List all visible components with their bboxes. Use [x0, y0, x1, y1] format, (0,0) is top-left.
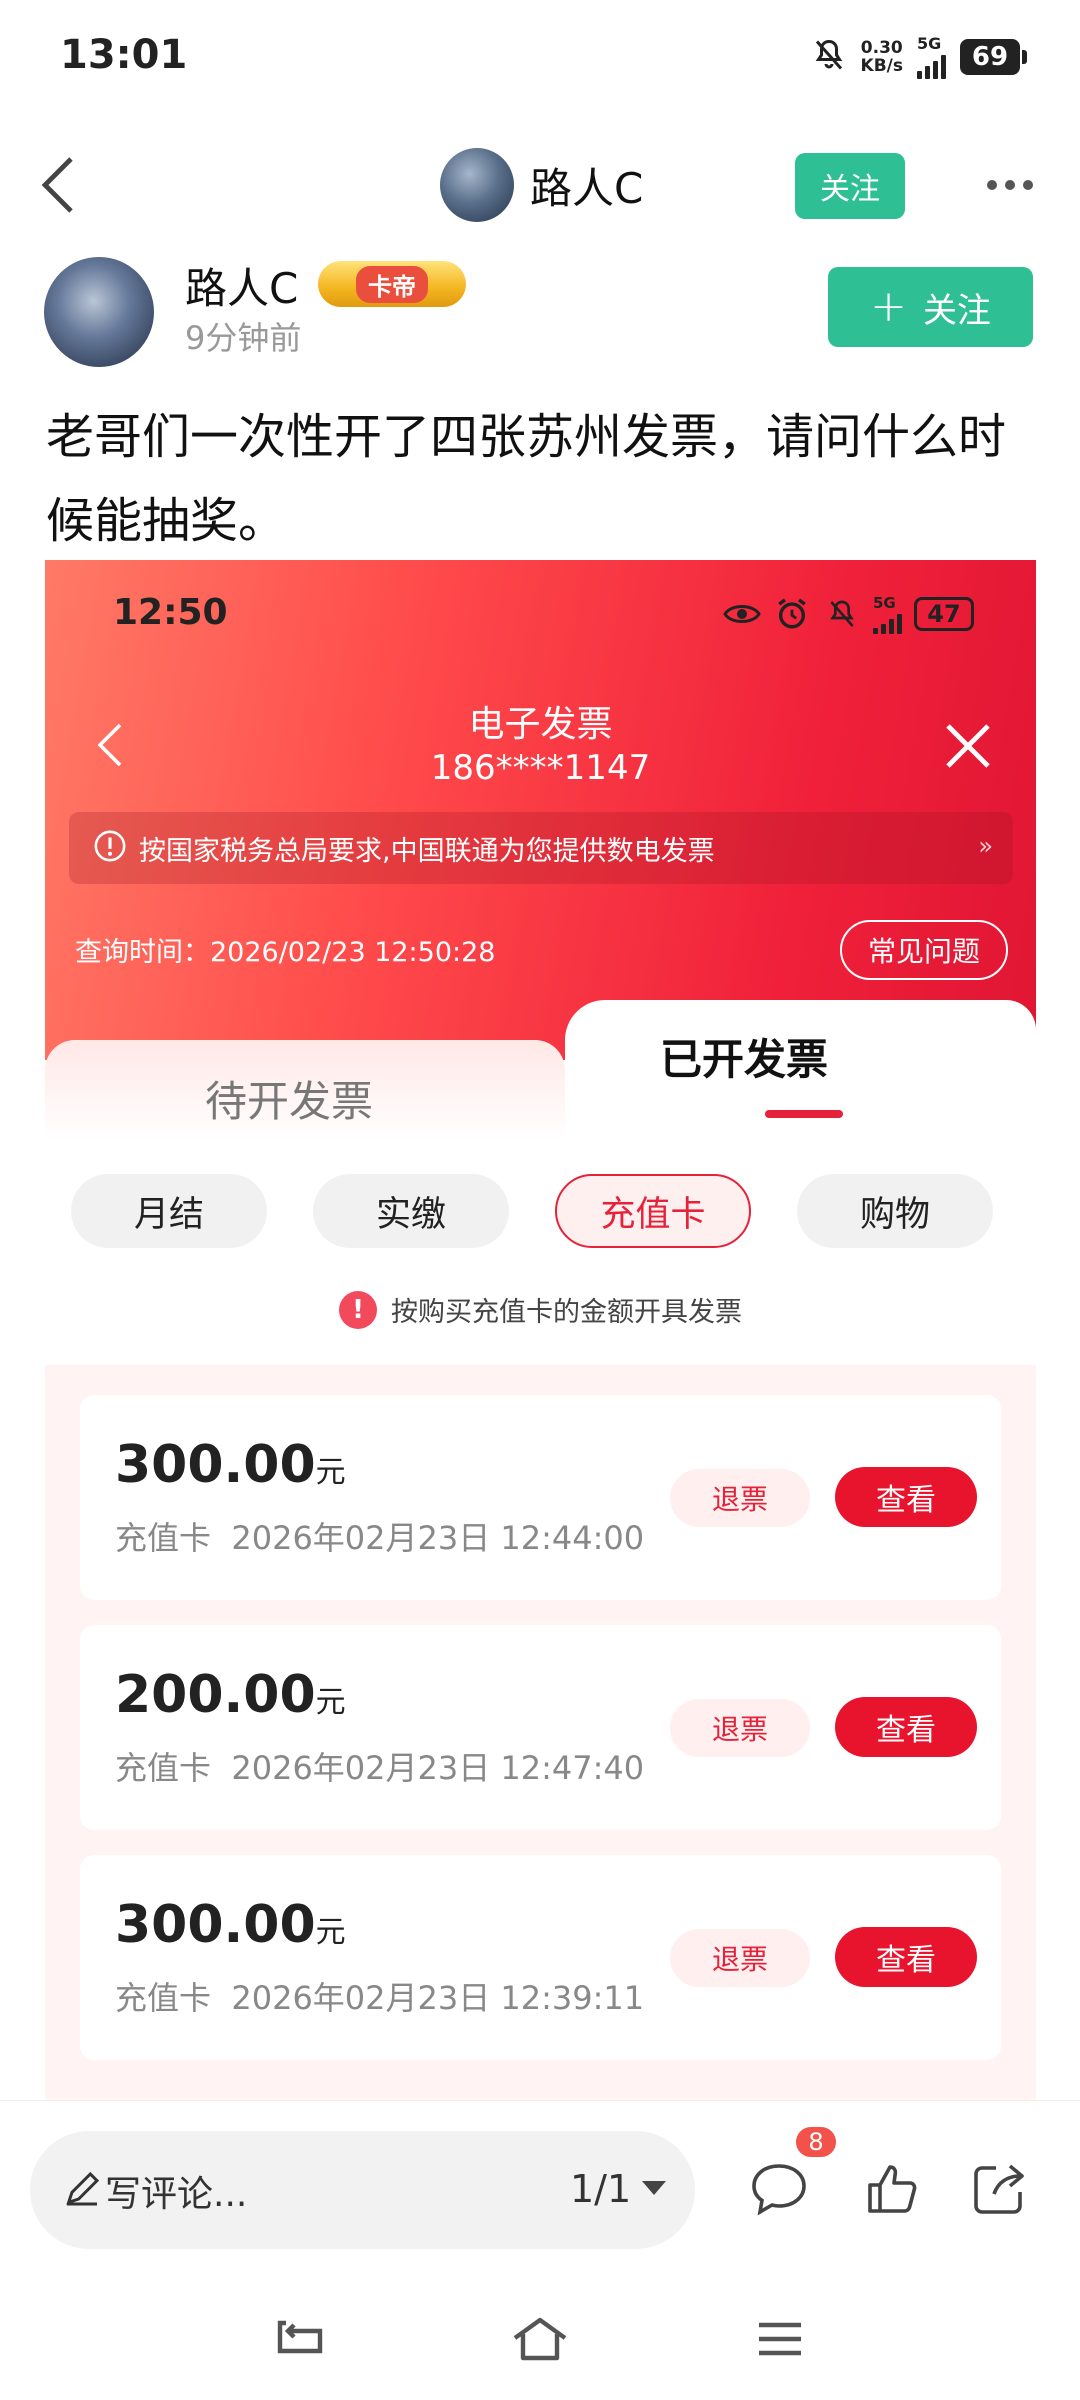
follow-button[interactable]: + 关注 — [828, 267, 1033, 347]
close-icon[interactable] — [942, 720, 994, 772]
author-row: 路人C 卡帝 9分钟前 + 关注 — [0, 255, 1080, 370]
invoice-amount: 200.00元 — [115, 1665, 346, 1725]
header-follow-button[interactable]: 关注 — [795, 153, 905, 219]
page-indicator[interactable]: 1/1 — [570, 2167, 631, 2211]
chevron-right-icon: » — [978, 832, 993, 860]
pencil-icon — [62, 2169, 102, 2209]
info-icon — [93, 829, 127, 867]
phone-number: 186****1147 — [430, 748, 651, 788]
invoice-meta: 充值卡 2026年02月23日 12:44:00 — [115, 1519, 645, 1557]
post-time: 9分钟前 — [185, 319, 302, 357]
filter-recharge-card[interactable]: 充值卡 — [555, 1174, 751, 1248]
view-button[interactable]: 查看 — [835, 1697, 977, 1757]
comment-icon[interactable] — [745, 2155, 813, 2223]
embedded-status-time: 12:50 — [113, 592, 228, 633]
like-icon[interactable] — [858, 2155, 926, 2223]
filter-chips: 月结 实缴 充值卡 购物 — [45, 1174, 1036, 1250]
filter-shopping[interactable]: 购物 — [797, 1174, 993, 1248]
caret-down-icon[interactable] — [642, 2181, 666, 2195]
tab-pending[interactable]: 待开发票 — [45, 1040, 565, 1140]
faq-button[interactable]: 常见问题 — [840, 920, 1008, 980]
invoice-header: 12:50 5G 47 电子发票 186****1147 按国家税务总局要求,中… — [45, 560, 1036, 1060]
share-icon[interactable] — [965, 2155, 1033, 2223]
view-button[interactable]: 查看 — [835, 1927, 977, 1987]
filter-hint: ! 按购买充值卡的金额开具发票 — [45, 1290, 1036, 1329]
query-time: 查询时间：2026/02/23 12:50:28 — [75, 937, 496, 968]
signal-indicator: 5G — [873, 594, 902, 634]
header-user[interactable]: 路人C — [440, 148, 643, 222]
refund-button[interactable]: 退票 — [670, 1929, 810, 1987]
signal-indicator: 5G — [917, 34, 946, 79]
filter-monthly[interactable]: 月结 — [71, 1174, 267, 1248]
rank-badge: 卡帝 — [318, 261, 466, 307]
refund-button[interactable]: 退票 — [670, 1469, 810, 1527]
status-bar: 13:01 0.30 KB/s 5G 69 — [0, 0, 1080, 120]
invoice-card[interactable]: 300.00元 充值卡 2026年02月23日 12:39:11 退票 查看 — [80, 1855, 1001, 2060]
battery-icon: 47 — [914, 597, 974, 631]
post-header: 路人C 关注 — [0, 140, 1080, 230]
nav-home-icon[interactable] — [505, 2309, 575, 2369]
invoice-card[interactable]: 300.00元 充值卡 2026年02月23日 12:44:00 退票 查看 — [80, 1395, 1001, 1600]
warning-icon: ! — [339, 1290, 377, 1329]
view-button[interactable]: 查看 — [835, 1467, 977, 1527]
signal-bars-icon — [873, 612, 902, 634]
post-body: 老哥们一次性开了四张苏州发票，请问什么时候能抽奖。 — [46, 409, 1007, 549]
plus-icon: + — [870, 281, 907, 332]
tab-issued[interactable]: 已开发票 — [565, 1000, 1036, 1140]
nav-back-icon[interactable] — [265, 2309, 335, 2369]
tax-notice[interactable]: 按国家税务总局要求,中国联通为您提供数电发票 » — [69, 812, 1013, 884]
refund-button[interactable]: 退票 — [670, 1699, 810, 1757]
author-avatar[interactable] — [44, 257, 154, 367]
invoice-card[interactable]: 200.00元 充值卡 2026年02月23日 12:47:40 退票 查看 — [80, 1625, 1001, 1830]
header-title: 路人C — [530, 163, 644, 213]
invoice-amount: 300.00元 — [115, 1435, 346, 1495]
post-image[interactable]: 12:50 5G 47 电子发票 186****1147 按国家税务总局要求,中… — [45, 560, 1036, 2100]
battery-icon: 69 — [960, 38, 1027, 75]
status-icons: 0.30 KB/s 5G 69 — [811, 34, 1027, 79]
eye-icon — [723, 595, 761, 633]
author-name[interactable]: 路人C — [185, 255, 298, 316]
alarm-icon — [773, 595, 811, 633]
embedded-status-icons: 5G 47 — [723, 594, 974, 634]
active-tab-indicator — [765, 1110, 843, 1118]
nav-menu-icon[interactable] — [745, 2309, 815, 2369]
invoice-list: 300.00元 充值卡 2026年02月23日 12:44:00 退票 查看 2… — [45, 1365, 1036, 2100]
back-button[interactable] — [24, 150, 94, 220]
filter-paid[interactable]: 实缴 — [313, 1174, 509, 1248]
invoice-title: 电子发票 — [468, 704, 613, 745]
invoice-tabs: 待开发票 已开发票 — [45, 1000, 1036, 1140]
avatar[interactable] — [440, 148, 514, 222]
invoice-meta: 充值卡 2026年02月23日 12:47:40 — [115, 1749, 645, 1787]
bottom-bar: 写评论... 1/1 8 — [0, 2100, 1080, 2400]
invoice-meta: 充值卡 2026年02月23日 12:39:11 — [115, 1979, 645, 2017]
comment-input[interactable]: 写评论... 1/1 — [30, 2131, 695, 2249]
status-time: 13:01 — [60, 32, 188, 78]
signal-bars-icon — [917, 53, 946, 79]
mute-bell-icon — [823, 595, 861, 633]
more-dots-icon[interactable] — [975, 154, 1045, 216]
mute-bell-icon — [811, 37, 847, 77]
invoice-amount: 300.00元 — [115, 1895, 346, 1955]
comment-count-badge: 8 — [794, 2125, 838, 2159]
network-speed: 0.30 KB/s — [860, 37, 903, 76]
